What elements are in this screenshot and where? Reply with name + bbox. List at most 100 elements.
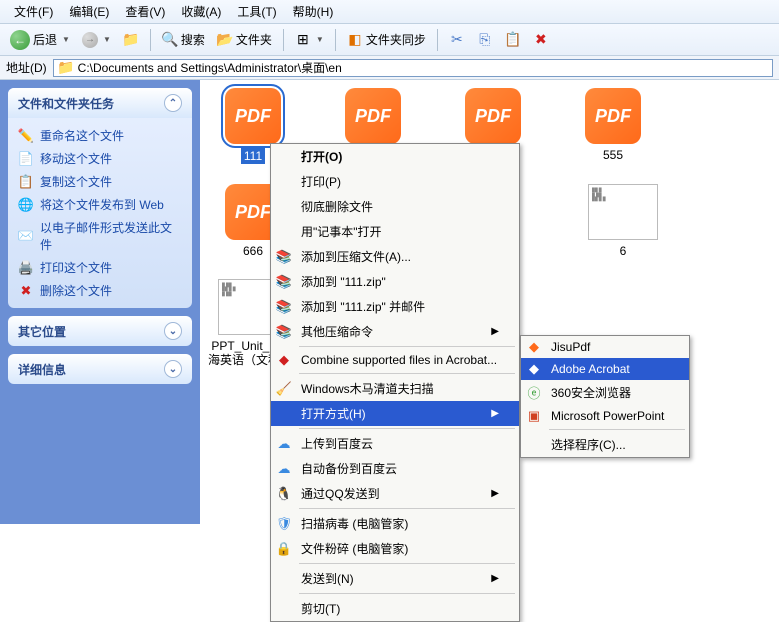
ctx-open[interactable]: 打开(O) — [271, 144, 519, 169]
acrobat-icon: ◆ — [275, 351, 293, 369]
sync-icon: ◧ — [347, 32, 363, 48]
address-input[interactable]: 📁 C:\Documents and Settings\Administrato… — [53, 59, 773, 77]
sub-360browser[interactable]: ⓔ360安全浏览器 — [521, 380, 689, 405]
up-button[interactable]: 📁 — [119, 30, 143, 50]
qq-icon: 🐧 — [275, 485, 293, 503]
detail-panel-header[interactable]: 详细信息 ⌄ — [8, 354, 192, 384]
detail-panel: 详细信息 ⌄ — [8, 354, 192, 384]
file-label: 111 — [241, 148, 265, 164]
sub-powerpoint[interactable]: ▣Microsoft PowerPoint — [521, 405, 689, 427]
paste-button[interactable]: 📋 — [501, 30, 525, 50]
address-label: 地址(D) — [6, 59, 47, 76]
menu-fav[interactable]: 收藏(A) — [173, 0, 229, 23]
pdf-icon: PDF — [585, 88, 641, 144]
cut-icon: ✂ — [449, 32, 465, 48]
forward-icon: → — [82, 32, 98, 48]
ppt-thumb-icon: ██ ██ ████ █ █ — [588, 184, 658, 240]
folder-up-icon: 📁 — [123, 32, 139, 48]
menubar: 文件(F) 编辑(E) 查看(V) 收藏(A) 工具(T) 帮助(H) — [0, 0, 779, 24]
cut-button[interactable]: ✂ — [445, 30, 469, 50]
pdf-icon: PDF — [345, 88, 401, 144]
pdf-icon: PDF — [465, 88, 521, 144]
ctx-file-shred[interactable]: 🔒文件粉碎 (电脑管家) — [271, 536, 519, 561]
browser-icon: ⓔ — [525, 384, 543, 402]
sidebar: 文件和文件夹任务 ⌃ ✏️重命名这个文件 📄移动这个文件 📋复制这个文件 🌐将这… — [0, 80, 200, 524]
task-print[interactable]: 🖨️打印这个文件 — [12, 256, 188, 279]
archive-icon: 📚 — [275, 248, 293, 266]
ctx-send-to[interactable]: 发送到(N)▶ — [271, 566, 519, 591]
ctx-zip-add[interactable]: 📚添加到压缩文件(A)... — [271, 244, 519, 269]
ctx-trojan-scan[interactable]: 🧹Windows木马清道夫扫描 — [271, 376, 519, 401]
ctx-zip-other[interactable]: 📚其他压缩命令▶ — [271, 319, 519, 344]
task-move[interactable]: 📄移动这个文件 — [12, 147, 188, 170]
address-bar: 地址(D) 📁 C:\Documents and Settings\Admini… — [0, 56, 779, 80]
pdf-icon: PDF — [225, 88, 281, 144]
sub-jisupdf[interactable]: ◆JisuPdf — [521, 336, 689, 358]
ctx-baidu-upload[interactable]: ☁上传到百度云 — [271, 431, 519, 456]
address-path: C:\Documents and Settings\Administrator\… — [78, 59, 342, 76]
copy-icon: 📋 — [18, 174, 34, 190]
chevron-up-icon: ⌃ — [164, 94, 182, 112]
file-label: 666 — [243, 244, 263, 258]
back-button[interactable]: ← 后退▼ — [6, 28, 74, 52]
file-item-555[interactable]: PDF 555 — [568, 88, 658, 164]
chevron-down-icon: ⌄ — [164, 360, 182, 378]
context-menu: 打开(O) 打印(P) 彻底删除文件 用"记事本"打开 📚添加到压缩文件(A).… — [270, 143, 520, 622]
archive-icon: 📚 — [275, 273, 293, 291]
tasks-panel-header[interactable]: 文件和文件夹任务 ⌃ — [8, 88, 192, 118]
task-publish[interactable]: 🌐将这个文件发布到 Web — [12, 193, 188, 216]
task-copy[interactable]: 📋复制这个文件 — [12, 170, 188, 193]
delete-icon: ✖ — [533, 32, 549, 48]
views-button[interactable]: ⊞▼ — [291, 30, 328, 50]
chevron-down-icon: ⌄ — [164, 322, 182, 340]
folder-icon: 📁 — [58, 60, 74, 76]
move-icon: 📄 — [18, 151, 34, 167]
other-panel: 其它位置 ⌄ — [8, 316, 192, 346]
sync-button[interactable]: ◧文件夹同步 — [343, 29, 430, 50]
search-button[interactable]: 🔍搜索 — [158, 29, 209, 50]
sub-acrobat[interactable]: ◆Adobe Acrobat — [521, 358, 689, 380]
menu-tools[interactable]: 工具(T) — [229, 0, 284, 23]
ctx-baidu-backup[interactable]: ☁自动备份到百度云 — [271, 456, 519, 481]
file-view[interactable]: PDF 111 PDF PDF PDF 555 PDF 666 █ █ ████… — [200, 80, 779, 524]
menu-edit[interactable]: 编辑(E) — [61, 0, 117, 23]
ctx-qq-send[interactable]: 🐧通过QQ发送到▶ — [271, 481, 519, 506]
file-item-ppt2[interactable]: ██ ██ ████ █ █ 6 — [578, 184, 668, 258]
delete-button[interactable]: ✖ — [529, 30, 553, 50]
task-email[interactable]: ✉️以电子邮件形式发送此文件 — [12, 216, 188, 256]
cloud-icon: ☁ — [275, 460, 293, 478]
task-delete[interactable]: ✖删除这个文件 — [12, 279, 188, 302]
task-rename[interactable]: ✏️重命名这个文件 — [12, 124, 188, 147]
file-label: 555 — [603, 148, 623, 162]
sub-choose-program[interactable]: 选择程序(C)... — [521, 432, 689, 457]
rename-icon: ✏️ — [18, 128, 34, 144]
ctx-notepad[interactable]: 用"记事本"打开 — [271, 219, 519, 244]
ctx-print[interactable]: 打印(P) — [271, 169, 519, 194]
tasks-panel: 文件和文件夹任务 ⌃ ✏️重命名这个文件 📄移动这个文件 📋复制这个文件 🌐将这… — [8, 88, 192, 308]
copy-icon: ⎘ — [477, 32, 493, 48]
ctx-acrobat-combine[interactable]: ◆Combine supported files in Acrobat... — [271, 349, 519, 371]
ctx-cut[interactable]: 剪切(T) — [271, 596, 519, 621]
folders-button[interactable]: 📂文件夹 — [213, 29, 276, 50]
copy-button[interactable]: ⎘ — [473, 30, 497, 50]
print-icon: 🖨️ — [18, 260, 34, 276]
acrobat-icon: ◆ — [525, 360, 543, 378]
menu-file[interactable]: 文件(F) — [6, 0, 61, 23]
views-icon: ⊞ — [295, 32, 311, 48]
globe-icon: 🌐 — [18, 197, 34, 213]
paste-icon: 📋 — [505, 32, 521, 48]
open-with-submenu: ◆JisuPdf ◆Adobe Acrobat ⓔ360安全浏览器 ▣Micro… — [520, 335, 690, 458]
file-label: 6 — [620, 244, 627, 258]
powerpoint-icon: ▣ — [525, 407, 543, 425]
folder-icon: 📂 — [217, 32, 233, 48]
shred-icon: 🔒 — [275, 540, 293, 558]
ctx-zip-111[interactable]: 📚添加到 "111.zip" — [271, 269, 519, 294]
forward-button[interactable]: →▼ — [78, 30, 115, 50]
menu-view[interactable]: 查看(V) — [117, 0, 173, 23]
ctx-delete[interactable]: 彻底删除文件 — [271, 194, 519, 219]
scan-icon: 🧹 — [275, 380, 293, 398]
menu-help[interactable]: 帮助(H) — [285, 0, 342, 23]
ctx-open-with[interactable]: 打开方式(H)▶ — [271, 401, 519, 426]
ctx-zip-mail[interactable]: 📚添加到 "111.zip" 并邮件 — [271, 294, 519, 319]
other-panel-header[interactable]: 其它位置 ⌄ — [8, 316, 192, 346]
